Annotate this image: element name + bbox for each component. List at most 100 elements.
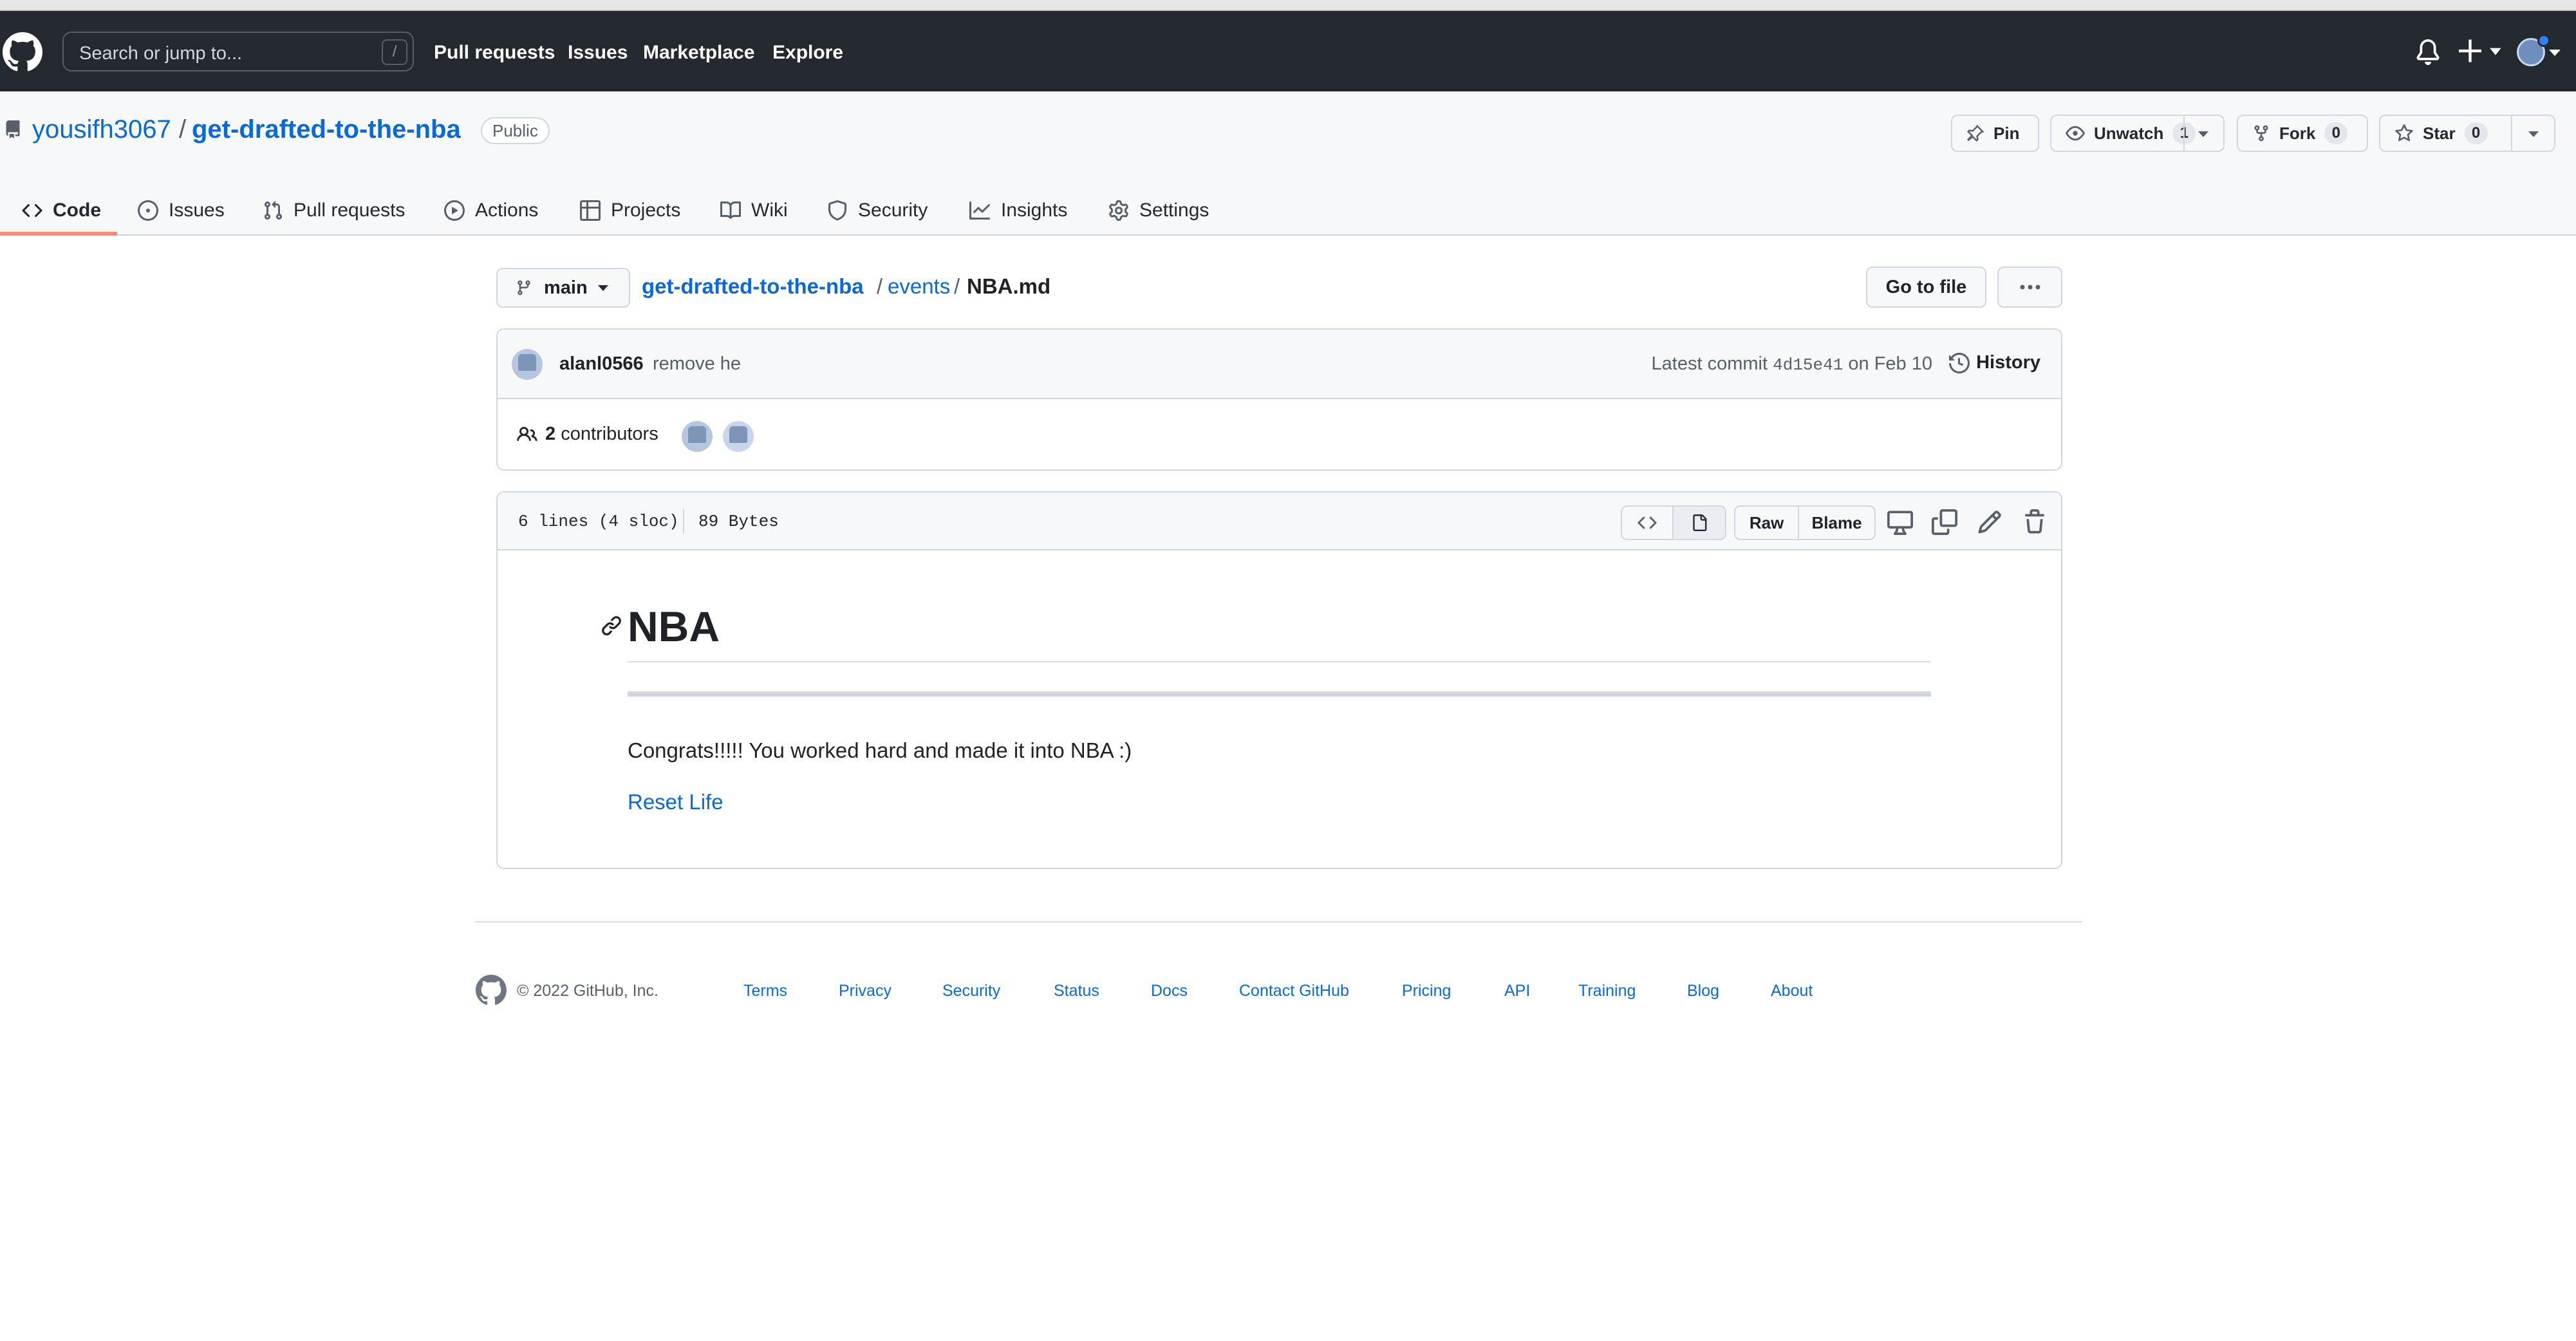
browser-top-strip xyxy=(0,0,2576,11)
tab-pull-requests[interactable]: Pull requests xyxy=(263,185,405,236)
unwatch-label: Unwatch xyxy=(2094,123,2164,143)
branch-caret-icon xyxy=(597,285,608,291)
unwatch-caret-icon[interactable] xyxy=(2198,131,2208,137)
branch-select-button[interactable]: main xyxy=(496,268,630,308)
breadcrumb-separator: / xyxy=(954,274,960,298)
footer-link-security[interactable]: Security xyxy=(942,982,1000,1000)
footer-link-docs[interactable]: Docs xyxy=(1151,982,1188,1000)
tab-label: Pull requests xyxy=(294,199,406,221)
tab-code[interactable]: Code xyxy=(22,185,101,236)
contributors-link[interactable]: 2 contributors xyxy=(517,424,658,445)
github-logo-icon[interactable] xyxy=(3,32,42,72)
tab-issues[interactable]: Issues xyxy=(138,185,225,236)
tab-label: Code xyxy=(53,199,101,221)
fork-label: Fork xyxy=(2279,123,2316,143)
shield-icon xyxy=(828,200,846,220)
topnav-marketplace[interactable]: Marketplace xyxy=(643,42,754,64)
gear-icon xyxy=(1109,200,1128,221)
play-icon xyxy=(444,200,465,221)
github-footer-logo-icon[interactable] xyxy=(476,975,507,1006)
footer-link-status[interactable]: Status xyxy=(1054,982,1099,1000)
unwatch-button[interactable]: Unwatch 1 xyxy=(2050,115,2225,152)
footer-link-blog[interactable]: Blog xyxy=(1687,982,1719,1000)
repo-path-separator: / xyxy=(179,115,187,144)
breadcrumb-separator: / xyxy=(877,274,883,298)
star-icon xyxy=(2395,124,2413,142)
footer-link-privacy[interactable]: Privacy xyxy=(839,982,891,1000)
footer-link-terms[interactable]: Terms xyxy=(743,982,787,1000)
tab-label: Projects xyxy=(611,199,681,221)
repo-owner-link[interactable]: yousifh3067 xyxy=(32,115,171,144)
tab-label: Actions xyxy=(475,199,539,221)
tab-label: Issues xyxy=(169,199,225,221)
repo-header: yousifh3067 / get-drafted-to-the-nba Pub… xyxy=(0,91,2576,236)
contributor-avatar[interactable] xyxy=(723,421,754,452)
star-button[interactable]: Star 0 xyxy=(2379,115,2555,152)
commit-message-link[interactable]: remove he xyxy=(653,353,741,375)
tab-projects[interactable]: Projects xyxy=(580,185,680,236)
contributor-avatar[interactable] xyxy=(682,421,713,452)
source-view-button[interactable] xyxy=(1622,507,1674,539)
footer-link-training[interactable]: Training xyxy=(1578,982,1636,1000)
markdown-heading: NBA xyxy=(628,603,720,650)
horizontal-rule xyxy=(628,691,1931,697)
breadcrumb-repo-link[interactable]: get-drafted-to-the-nba xyxy=(642,274,864,299)
tab-label: Settings xyxy=(1139,199,1209,221)
table-icon xyxy=(580,200,601,221)
topnav-issues[interactable]: Issues xyxy=(568,42,628,64)
book-icon xyxy=(720,201,741,219)
commit-header: alanl0566 remove he Latest commit 4d15e4… xyxy=(498,330,2061,399)
button-divider xyxy=(2183,116,2185,151)
tab-insights[interactable]: Insights xyxy=(969,185,1067,236)
code-icon xyxy=(22,203,42,217)
reset-life-link[interactable]: Reset Life xyxy=(628,790,723,814)
file-info-divider xyxy=(683,509,684,534)
file-header: 6 lines (4 sloc) 89 Bytes Raw Blame xyxy=(498,492,2061,550)
tab-security[interactable]: Security xyxy=(827,185,928,236)
footer-link-api[interactable]: API xyxy=(1504,982,1530,1000)
tab-wiki[interactable]: Wiki xyxy=(720,185,788,236)
history-link[interactable]: History xyxy=(1949,352,2040,373)
branch-icon xyxy=(518,280,530,295)
search-input[interactable]: Search or jump to... / xyxy=(62,32,414,71)
desktop-icon[interactable] xyxy=(1887,509,1913,535)
star-label: Star xyxy=(2423,123,2456,143)
more-options-button[interactable] xyxy=(1997,267,2062,308)
fork-count: 0 xyxy=(2324,122,2348,144)
button-divider xyxy=(2511,116,2512,151)
go-to-file-button[interactable]: Go to file xyxy=(1866,267,1986,308)
star-list-caret-icon[interactable] xyxy=(2528,131,2539,137)
commit-author-avatar[interactable] xyxy=(512,349,543,380)
file-icon xyxy=(1693,514,1707,531)
create-new-plus-icon[interactable] xyxy=(2459,37,2504,65)
raw-button[interactable]: Raw xyxy=(1735,507,1800,539)
fork-button[interactable]: Fork 0 xyxy=(2237,115,2368,152)
copy-icon[interactable] xyxy=(1932,509,1957,535)
topnav-explore[interactable]: Explore xyxy=(772,42,843,64)
footer-link-about[interactable]: About xyxy=(1771,982,1813,1000)
footer-link-contact[interactable]: Contact GitHub xyxy=(1239,982,1349,1000)
graph-icon xyxy=(969,201,990,220)
fork-icon xyxy=(2254,125,2268,142)
rendered-view-button[interactable] xyxy=(1674,507,1725,539)
anchor-link-icon[interactable] xyxy=(601,615,622,637)
avatar-caret-icon[interactable] xyxy=(2549,50,2561,56)
tab-label: Security xyxy=(858,199,928,221)
topnav-pull-requests[interactable]: Pull requests xyxy=(434,42,555,64)
footer-link-pricing[interactable]: Pricing xyxy=(1402,982,1451,1000)
eye-icon xyxy=(2066,126,2085,141)
tab-settings[interactable]: Settings xyxy=(1108,185,1209,236)
bell-icon[interactable] xyxy=(2415,39,2441,65)
pin-button[interactable]: Pin xyxy=(1951,115,2039,152)
breadcrumb-events-link[interactable]: events xyxy=(888,274,950,299)
tab-actions[interactable]: Actions xyxy=(444,185,538,236)
repo-name-link[interactable]: get-drafted-to-the-nba xyxy=(192,115,461,144)
commit-author-link[interactable]: alanl0566 xyxy=(559,353,644,375)
contributors-label: contributors xyxy=(561,424,658,444)
commit-date: on Feb 10 xyxy=(1848,353,1932,374)
tab-label: Insights xyxy=(1001,199,1068,221)
trash-icon[interactable] xyxy=(2022,509,2048,535)
blame-button[interactable]: Blame xyxy=(1799,507,1874,539)
commit-sha-link[interactable]: 4d15e41 xyxy=(1773,355,1843,375)
pencil-icon[interactable] xyxy=(1977,509,2002,535)
